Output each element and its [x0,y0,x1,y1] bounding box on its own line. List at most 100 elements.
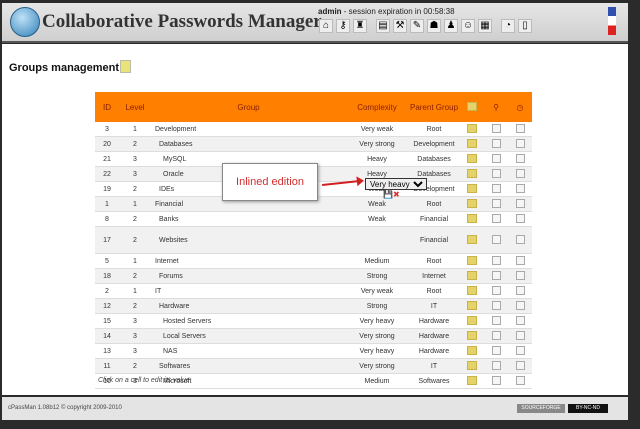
cell-id[interactable]: 3 [95,122,119,137]
cell-group[interactable]: Hosted Servers [151,313,346,329]
cell-complexity[interactable]: Very strong [346,358,408,374]
key-checkbox[interactable] [491,375,501,385]
key-checkbox[interactable] [491,330,501,340]
cell-id[interactable]: 5 [95,253,119,269]
delete-checkbox[interactable] [515,270,525,280]
folder-icon[interactable] [467,300,477,310]
cell-group[interactable]: Hardware [151,298,346,314]
cell-group[interactable]: Softwares [151,358,346,374]
folder-icon[interactable] [467,330,477,340]
notes-icon[interactable]: ✎ [410,19,424,33]
cell-parent[interactable]: Financial [408,226,460,254]
key-checkbox[interactable] [491,183,501,193]
sourceforge-badge[interactable]: SOURCEFORGE [517,404,565,413]
folder-icon[interactable] [467,315,477,325]
cell-complexity[interactable] [346,226,408,254]
folder-icon[interactable] [467,123,477,133]
key-checkbox[interactable] [491,234,501,244]
cell-parent[interactable]: Root [408,196,460,212]
cell-complexity[interactable]: Very heavy [346,343,408,359]
cell-id[interactable]: 15 [95,313,119,329]
cell-id[interactable]: 11 [95,358,119,374]
key-checkbox[interactable] [491,213,501,223]
col-level[interactable]: Level [119,92,151,122]
col-complexity[interactable]: Complexity [346,92,408,122]
folder-icon[interactable] [467,183,477,193]
cell-id[interactable]: 1 [95,196,119,212]
col-id[interactable]: ID [95,92,119,122]
binoculars-icon[interactable]: ♜ [353,19,367,33]
cell-level[interactable]: 1 [119,253,151,269]
cell-group[interactable]: Local Servers [151,328,346,344]
cell-group[interactable]: Forums [151,268,346,284]
cell-id[interactable]: 18 [95,268,119,284]
key-checkbox[interactable] [491,168,501,178]
cell-complexity[interactable]: Very weak [346,283,408,299]
cell-parent[interactable]: Financial [408,211,460,227]
delete-checkbox[interactable] [515,213,525,223]
folder-icon[interactable] [467,168,477,178]
delete-checkbox[interactable] [515,168,525,178]
cell-id[interactable]: 13 [95,343,119,359]
delete-checkbox[interactable] [515,138,525,148]
key-checkbox[interactable] [491,198,501,208]
cell-id[interactable]: 22 [95,166,119,182]
cell-parent[interactable]: IT [408,358,460,374]
key-checkbox[interactable] [491,315,501,325]
cell-id[interactable]: 14 [95,328,119,344]
language-flag-icon[interactable] [608,7,616,35]
cell-level[interactable]: 2 [119,136,151,152]
key-checkbox[interactable] [491,255,501,265]
key-checkbox[interactable] [491,270,501,280]
cell-level[interactable]: 3 [119,328,151,344]
complexity-select[interactable]: Very heavy [365,178,427,190]
cell-complexity[interactable]: Very strong [346,328,408,344]
folder-icon[interactable] [467,270,477,280]
cell-level[interactable]: 3 [119,343,151,359]
delete-checkbox[interactable] [515,300,525,310]
save-icon[interactable]: 💾 [383,190,393,199]
cell-group[interactable]: Development [151,122,346,137]
cell-parent[interactable]: Root [408,283,460,299]
cell-parent[interactable]: Root [408,253,460,269]
folder-icon[interactable] [467,234,477,244]
cell-group[interactable]: Databases [151,136,346,152]
cell-level[interactable]: 3 [119,166,151,182]
delete-checkbox[interactable] [515,345,525,355]
key-checkbox[interactable] [491,123,501,133]
delete-checkbox[interactable] [515,315,525,325]
folder-icon[interactable] [467,345,477,355]
delete-checkbox[interactable] [515,285,525,295]
cell-parent[interactable]: Internet [408,268,460,284]
key-checkbox[interactable] [491,300,501,310]
cell-id[interactable]: 12 [95,298,119,314]
logout-icon[interactable]: ▯ [518,19,532,33]
folder-icon[interactable] [467,198,477,208]
cell-level[interactable]: 1 [119,196,151,212]
cell-complexity[interactable]: Heavy [346,151,408,167]
folder-icon[interactable] [467,285,477,295]
folder-icon[interactable] [467,213,477,223]
cell-level[interactable]: 3 [119,313,151,329]
cell-complexity[interactable]: Strong [346,268,408,284]
cell-level[interactable]: 2 [119,211,151,227]
groups-icon[interactable]: ☗ [427,19,441,33]
cell-parent[interactable]: IT [408,298,460,314]
cell-level[interactable]: 1 [119,283,151,299]
key-checkbox[interactable] [491,345,501,355]
cell-level[interactable]: 2 [119,268,151,284]
add-group-icon[interactable] [120,60,131,73]
delete-checkbox[interactable] [515,198,525,208]
folder-icon[interactable] [467,138,477,148]
cell-parent[interactable]: Hardware [408,328,460,344]
key-checkbox[interactable] [491,285,501,295]
cell-parent[interactable]: Root [408,122,460,137]
cell-group[interactable]: NAS [151,343,346,359]
cell-complexity[interactable]: Very weak [346,122,408,137]
col-parent[interactable]: Parent Group [408,92,460,122]
key-checkbox[interactable] [491,360,501,370]
cell-id[interactable]: 8 [95,211,119,227]
key-checkbox[interactable] [491,138,501,148]
cell-level[interactable]: 2 [119,298,151,314]
delete-checkbox[interactable] [515,360,525,370]
